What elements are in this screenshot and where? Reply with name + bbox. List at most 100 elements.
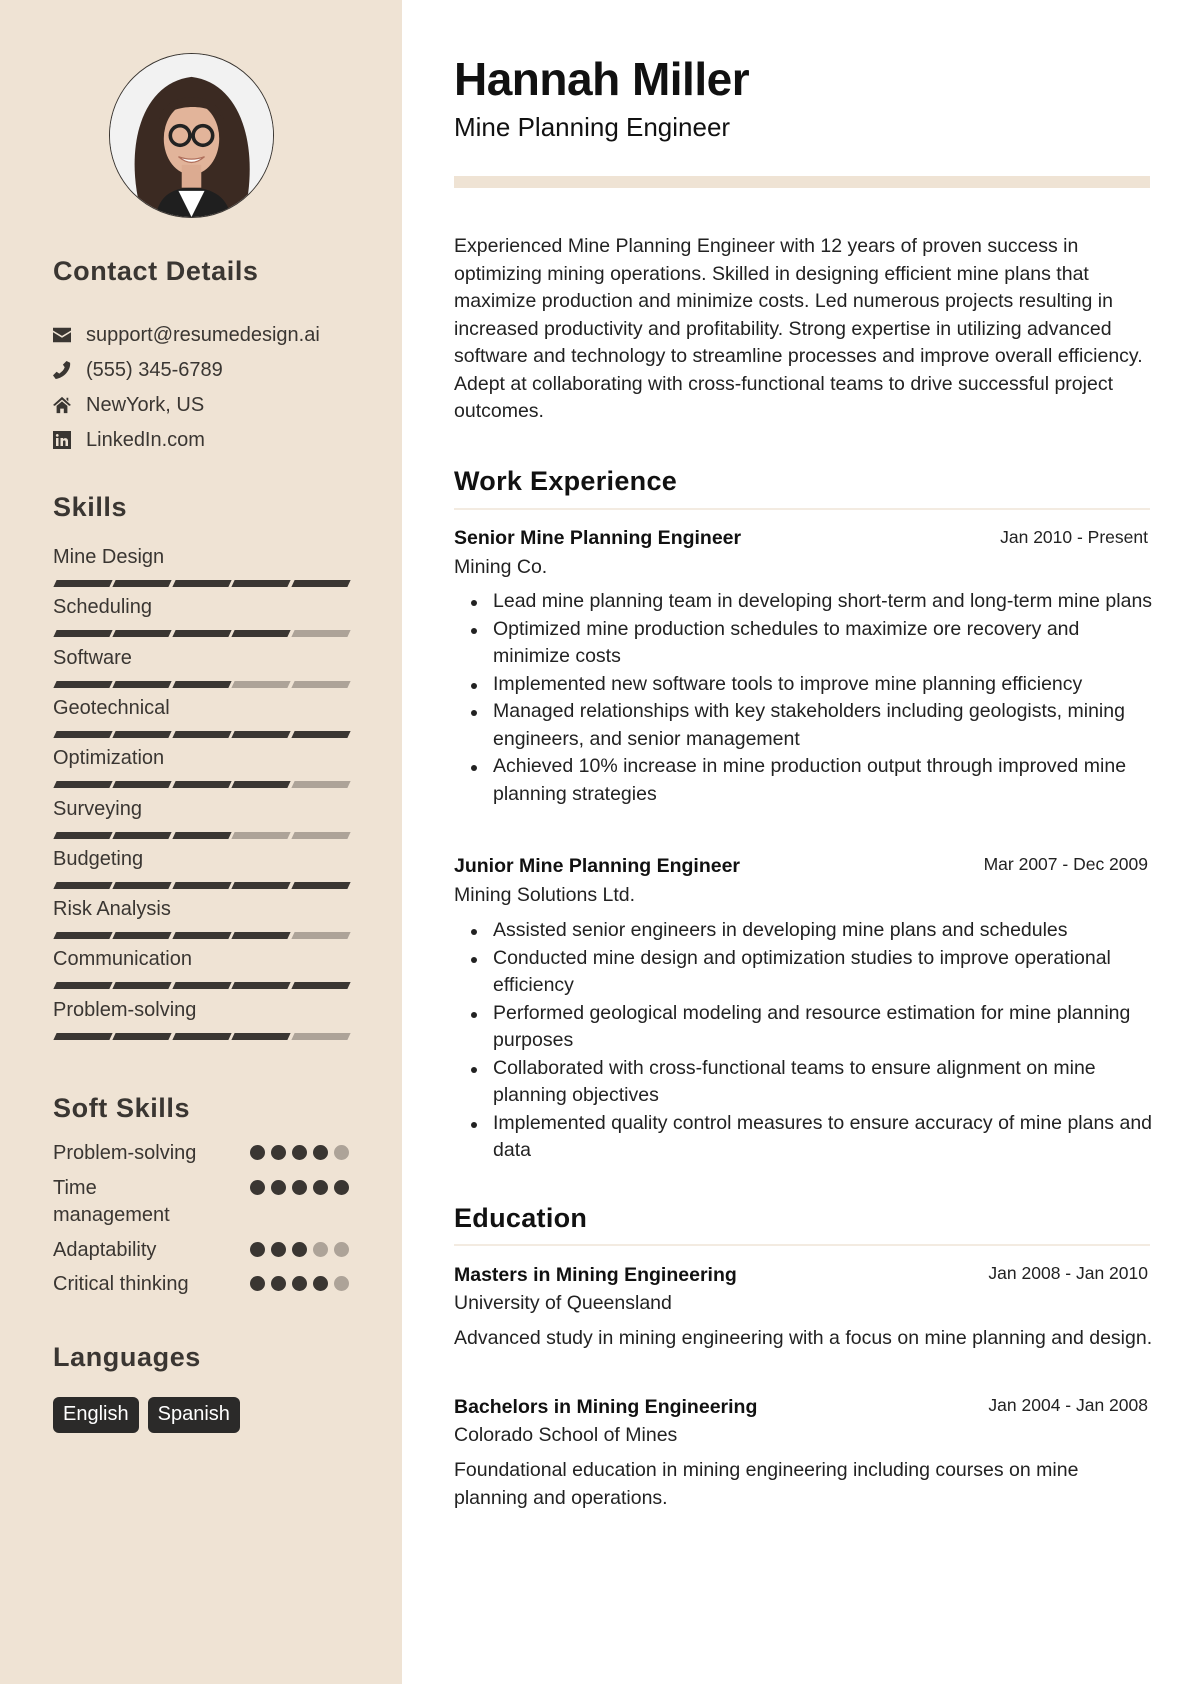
skill-segment-filled xyxy=(231,580,292,587)
phone-icon xyxy=(53,360,73,380)
skill-level-bar xyxy=(53,680,351,689)
rating-dot-filled xyxy=(313,1145,328,1160)
degree-date: Jan 2008 - Jan 2010 xyxy=(988,1263,1148,1283)
job-bullet: Achieved 10% increase in mine production… xyxy=(454,753,1154,808)
skill-segment-filled xyxy=(172,630,232,638)
skill-segment-empty xyxy=(290,630,351,638)
skill-label: Software xyxy=(53,646,132,669)
education-divider xyxy=(454,1244,1150,1246)
skill-level-bar xyxy=(53,580,351,588)
skill-segment-filled xyxy=(53,680,114,688)
skill-item: Software xyxy=(53,646,351,697)
contact-email-text: support@resumedesign.ai xyxy=(86,323,320,346)
job-title: Senior Mine Planning Engineer xyxy=(454,527,742,549)
job-company: Mining Co. xyxy=(454,556,548,578)
contact-linkedin[interactable]: LinkedIn.com xyxy=(53,427,205,453)
contact-heading: Contact Details xyxy=(53,256,259,286)
degree-description: Foundational education in mining enginee… xyxy=(454,1459,1079,1509)
summary-paragraph: Experienced Mine Planning Engineer with … xyxy=(454,235,1143,422)
soft-skill-rating xyxy=(250,1276,349,1291)
skill-segment-filled xyxy=(231,982,292,990)
work-experience-divider xyxy=(454,508,1150,510)
contact-location: NewYork, US xyxy=(53,392,204,418)
candidate-title: Mine Planning Engineer xyxy=(454,112,731,142)
school-name: University of Queensland xyxy=(454,1292,672,1314)
skill-label: Risk Analysis xyxy=(53,898,171,921)
skill-segment-filled xyxy=(231,630,292,638)
job-title: Junior Mine Planning Engineer xyxy=(454,855,741,877)
skill-segment-filled xyxy=(53,982,114,990)
languages-heading: Languages xyxy=(53,1342,201,1372)
contact-email[interactable]: support@resumedesign.ai xyxy=(53,322,320,348)
rating-dot-filled xyxy=(271,1180,286,1195)
skill-segment-filled xyxy=(112,580,173,587)
contact-phone-text: (555) 345-6789 xyxy=(86,358,223,381)
skill-item: Optimization xyxy=(53,747,351,797)
skill-segment-filled xyxy=(112,831,173,839)
rating-dot-filled xyxy=(292,1180,307,1195)
skill-level-bar xyxy=(53,630,351,638)
skill-segment-filled xyxy=(112,730,173,738)
job-bullet: Implemented new software tools to improv… xyxy=(454,671,1154,699)
degree-title: Bachelors in Mining Engineering xyxy=(454,1396,758,1418)
rating-dot-filled xyxy=(271,1145,286,1160)
skills-heading: Skills xyxy=(53,492,128,522)
soft-skill-label: Time management xyxy=(53,1177,170,1226)
skill-segment-empty xyxy=(290,680,351,688)
skill-item: Risk Analysis xyxy=(53,898,351,948)
rating-dot-filled xyxy=(292,1242,307,1257)
job-bullet: Collaborated with cross-functional teams… xyxy=(454,1055,1154,1110)
avatar-illustration xyxy=(110,54,273,217)
soft-skill-item: Problem-solving xyxy=(53,1140,349,1167)
candidate-name: Hannah Miller xyxy=(454,53,750,105)
skill-item: Mine Design xyxy=(53,546,351,596)
skill-segment-filled xyxy=(172,680,232,688)
skill-level-bar xyxy=(53,982,351,990)
language-tag: Spanish xyxy=(147,1397,240,1433)
skill-label: Budgeting xyxy=(53,847,144,870)
rating-dot-filled xyxy=(250,1145,265,1160)
home-icon xyxy=(53,395,73,415)
skill-segment-filled xyxy=(231,781,292,789)
skill-segment-filled xyxy=(53,730,114,738)
skill-segment-filled xyxy=(172,932,232,940)
soft-skill-item: Adaptability xyxy=(53,1237,349,1264)
skill-item: Scheduling xyxy=(53,596,351,646)
sidebar: Contact Details support@resumedesign.ai … xyxy=(0,0,402,1684)
skill-segment-filled xyxy=(172,831,232,839)
skill-label: Mine Design xyxy=(53,546,165,568)
skill-label: Communication xyxy=(53,948,192,971)
skill-segment-filled xyxy=(112,982,173,990)
skill-segment-filled xyxy=(290,982,351,990)
soft-skill-rating xyxy=(250,1242,349,1257)
skill-segment-filled xyxy=(112,932,173,940)
skill-segment-filled xyxy=(53,781,114,789)
skill-level-bar xyxy=(53,881,351,890)
job-bullet: Implemented quality control measures to … xyxy=(454,1110,1154,1165)
job-bullet: Performed geological modeling and resour… xyxy=(454,1000,1154,1055)
languages-list: English Spanish xyxy=(53,1397,240,1433)
degree-date: Jan 2004 - Jan 2008 xyxy=(988,1395,1148,1415)
skill-level-bar xyxy=(53,831,351,840)
rating-dot-filled xyxy=(292,1145,307,1160)
rating-dot-empty xyxy=(313,1242,328,1257)
rating-dot-filled xyxy=(271,1242,286,1257)
skill-label: Geotechnical xyxy=(53,696,170,719)
skill-segment-empty xyxy=(290,831,351,839)
skill-segment-filled xyxy=(172,881,232,889)
skill-label: Surveying xyxy=(53,797,142,820)
skill-segment-filled xyxy=(172,982,232,990)
skill-item: Surveying xyxy=(53,797,351,848)
job-date: Mar 2007 - Dec 2009 xyxy=(983,854,1148,874)
contact-phone[interactable]: (555) 345-6789 xyxy=(53,357,223,383)
header-divider xyxy=(454,176,1150,188)
skill-segment-filled xyxy=(53,831,114,839)
soft-skill-label: Adaptability xyxy=(53,1239,157,1261)
rating-dot-filled xyxy=(250,1242,265,1257)
skill-level-bar xyxy=(53,730,351,739)
job-bullets: Lead mine planning team in developing sh… xyxy=(454,588,1154,808)
rating-dot-filled xyxy=(271,1276,286,1291)
skill-segment-filled xyxy=(112,781,173,789)
skill-item: Geotechnical xyxy=(53,696,351,747)
skill-segment-filled xyxy=(172,580,232,587)
